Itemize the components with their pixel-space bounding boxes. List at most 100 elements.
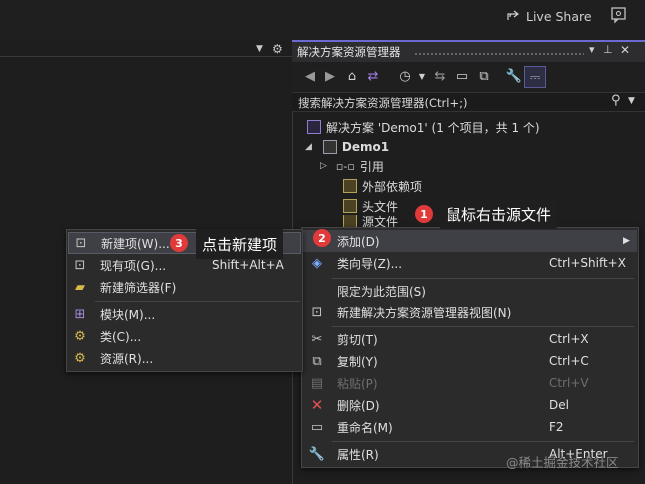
tree-item-external-deps[interactable]: 外部依赖项 [343,177,422,195]
feedback-icon[interactable] [610,6,628,24]
step-badge-2: 2 [313,229,331,247]
shortcut: Del [549,398,569,412]
folder-icon: ▰ [75,279,85,295]
menu-item-copy[interactable]: ⧉ 复制(Y) Ctrl+C [303,350,637,372]
resource-icon: ⚙ [74,350,86,366]
shortcut: Ctrl+C [549,354,589,368]
menu-item-paste[interactable]: ▤ 粘贴(P) Ctrl+V [303,372,637,394]
menu-item-module[interactable]: ⊞ 模块(M)... [68,303,301,325]
chevron-down-icon[interactable]: ▼ [412,66,432,86]
source-files-label: 源文件 [362,215,399,227]
folder-icon [343,199,357,213]
tree-item-references[interactable]: ▷ ▫-▫ 引用 [320,157,384,175]
module-icon: ⊞ [74,306,86,322]
tree-item-source-files[interactable]: 源文件 [343,215,398,227]
divider [0,56,292,57]
menu-item-new-view[interactable]: ⊡ 新建解决方案资源管理器视图(N) [303,301,637,323]
new-item-icon: ⊡ [75,235,87,251]
shortcut: Ctrl+V [549,376,589,390]
menu-item-label: 限定为此范围(S) [337,284,426,299]
menu-item-class[interactable]: ⚙ 类(C)... [68,325,301,347]
shortcut: F2 [549,420,564,434]
menu-item-label: 粘贴(P) [337,376,378,391]
menu-item-label: 剪切(T) [337,332,378,347]
existing-item-icon: ⊡ [74,257,86,273]
delete-icon: ✕ [310,396,324,414]
gear-icon[interactable]: ⚙ [272,42,283,56]
header-files-label: 头文件 [362,199,399,214]
sync-icon[interactable]: ⇆ [430,66,450,86]
project-icon [322,140,337,154]
show-all-files-icon[interactable]: ⧉ [474,66,494,86]
share-icon [506,8,520,25]
context-menu: 添加(D) ▶ ◈ 类向导(Z)... Ctrl+Shift+X 限定为此范围(… [301,227,639,468]
expanded-arrow-icon: ◢ [305,142,312,152]
menu-separator [332,441,634,442]
chevron-down-icon[interactable]: ▾ [589,43,595,56]
submenu-arrow-icon: ▶ [623,236,630,246]
chevron-down-icon[interactable]: ▼ [256,44,263,54]
menu-item-label: 现有项(G)... [100,258,167,273]
menu-item-class-wizard[interactable]: ◈ 类向导(Z)... Ctrl+Shift+X [303,252,637,274]
external-deps-label: 外部依赖项 [362,179,423,194]
collapse-all-icon[interactable]: ▭ [452,66,472,86]
search-input[interactable]: 搜索解决方案资源管理器(Ctrl+;) [298,95,467,111]
shortcut: Ctrl+Shift+X [549,256,626,270]
menu-item-label: 资源(R)... [100,351,154,366]
back-icon[interactable]: ◀ [300,66,320,86]
solution-icon [307,120,321,134]
folder-icon [343,179,357,193]
chevron-down-icon[interactable]: ▼ [628,96,635,106]
shortcut: Shift+Alt+A [212,258,284,272]
switch-views-icon[interactable]: ⇄ [363,66,383,86]
panel-title: 解决方案资源管理器 [297,45,401,59]
home-icon[interactable]: ⌂ [342,66,362,86]
menu-item-scope[interactable]: 限定为此范围(S) [303,280,637,302]
menu-item-label: 复制(Y) [337,354,378,369]
callout-right-click: 鼠标右击源文件 [440,199,558,229]
references-label: 引用 [359,159,384,174]
tree-item-project[interactable]: ◢ Demo1 [305,138,389,156]
shortcut: Ctrl+X [549,332,589,346]
preview-icon[interactable]: ⎓ [524,66,546,88]
menu-separator [332,278,634,279]
menu-item-label: 添加(D) [337,234,380,249]
solution-label: 解决方案 'Demo1' (1 个项目，共 1 个) [326,120,540,135]
step-badge-3: 3 [170,234,188,252]
menu-item-label: 删除(D) [337,398,380,413]
pin-icon[interactable]: ⊥ [603,43,613,56]
class-wizard-icon: ◈ [312,255,322,271]
scissors-icon: ✂ [311,331,323,347]
menu-separator [95,301,300,302]
menu-item-resource[interactable]: ⚙ 资源(R)... [68,347,301,369]
search-icon[interactable]: ⚲ [611,93,621,108]
menu-item-label: 新建解决方案资源管理器视图(N) [337,305,512,320]
step-badge-1: 1 [415,205,433,223]
collapsed-arrow-icon: ▷ [320,161,327,171]
tree-item-solution[interactable]: 解决方案 'Demo1' (1 个项目，共 1 个) [307,118,540,136]
menu-item-label: 新建筛选器(F) [100,280,177,295]
copy-icon: ⧉ [312,353,322,369]
menu-item-add[interactable]: 添加(D) ▶ [303,230,637,252]
menu-separator [332,326,634,327]
paste-icon: ▤ [310,375,324,391]
class-icon: ⚙ [74,328,86,344]
live-share-label: Live Share [526,8,592,24]
rename-icon: ▭ [310,419,324,435]
menu-item-cut[interactable]: ✂ 剪切(T) Ctrl+X [303,328,637,350]
forward-icon[interactable]: ▶ [320,66,340,86]
close-icon[interactable]: ✕ [620,43,630,57]
tree-item-header-files[interactable]: 头文件 [343,197,398,215]
wrench-icon[interactable]: 🔧 [504,66,524,86]
menu-item-label: 类(C)... [100,329,142,344]
title-grip[interactable] [414,52,584,56]
menu-item-rename[interactable]: ▭ 重命名(M) F2 [303,416,637,438]
new-view-icon: ⊡ [311,304,323,320]
watermark: @稀土掘金技术社区 [506,455,619,470]
menu-item-new-filter[interactable]: ▰ 新建筛选器(F) [68,276,301,298]
folder-icon [343,215,357,227]
menu-item-label: 重命名(M) [337,420,393,435]
live-share-button[interactable]: Live Share [506,6,592,26]
callout-new-item: 点击新建项 [196,229,284,259]
menu-item-delete[interactable]: ✕ 删除(D) Del [303,394,637,416]
